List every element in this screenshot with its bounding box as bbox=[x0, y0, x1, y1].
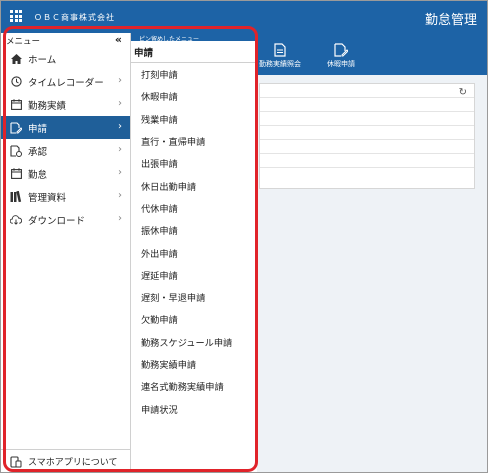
sidebar-item-label: 勤怠 bbox=[28, 169, 48, 181]
document-icon bbox=[274, 43, 286, 57]
sidebar-item-home[interactable]: ホーム bbox=[1, 47, 130, 70]
pinned-button-label: 休暇申請 bbox=[327, 60, 355, 68]
submenu-item[interactable]: 遅延申請 bbox=[131, 264, 257, 286]
sidebar-item-attendance[interactable]: 勤怠 › bbox=[1, 162, 130, 185]
card-row bbox=[260, 126, 474, 140]
sidebar-item-work-record[interactable]: 勤務実績 › bbox=[1, 93, 130, 116]
sidebar-menu: メニュー « ホーム タイムレコーダー › 勤務実績 › 申請 › 承認 › 勤… bbox=[1, 33, 131, 472]
sidebar-item-label: 承認 bbox=[28, 146, 48, 158]
submenu-item[interactable]: 連名式勤務実績申請 bbox=[131, 375, 257, 397]
chevron-right-icon: › bbox=[118, 98, 122, 109]
submenu-item[interactable]: 欠勤申請 bbox=[131, 308, 257, 330]
sidebar-item-approve[interactable]: 承認 › bbox=[1, 139, 130, 162]
clock-icon bbox=[10, 76, 22, 88]
sidebar-item-apply[interactable]: 申請 › bbox=[1, 116, 130, 139]
submenu-item[interactable]: 打刻申請 bbox=[131, 63, 257, 85]
chevron-right-icon: › bbox=[118, 121, 122, 132]
pinned-work-record-inquiry-button[interactable]: 勤務実績照会 bbox=[255, 43, 305, 69]
refresh-icon[interactable]: ↻ bbox=[459, 87, 467, 98]
app-title: 勤怠管理 bbox=[424, 13, 477, 28]
submenu-item[interactable]: 残業申請 bbox=[131, 108, 257, 130]
app-launcher-grid-icon[interactable] bbox=[10, 10, 22, 22]
card-row bbox=[260, 98, 474, 112]
apply-submenu: 申請 打刻申請 休暇申請 残業申請 直行・直帰申請 出張申請 休日出勤申請 代休… bbox=[131, 41, 257, 472]
submenu-item[interactable]: 申請状況 bbox=[131, 397, 257, 419]
collapse-sidebar-icon[interactable]: « bbox=[115, 33, 122, 46]
chevron-right-icon: › bbox=[118, 167, 122, 178]
approve-icon bbox=[10, 144, 22, 157]
sidebar-item-label: 管理資料 bbox=[28, 192, 67, 204]
sidebar-item-label: ホーム bbox=[28, 54, 57, 66]
chevron-right-icon: › bbox=[118, 144, 122, 155]
sidebar-item-label: 勤務実績 bbox=[28, 100, 67, 112]
calendar-icon bbox=[10, 99, 22, 111]
sidebar-item-label: 申請 bbox=[28, 123, 48, 135]
pinned-button-label: 勤務実績照会 bbox=[259, 60, 301, 68]
pinned-leave-request-button[interactable]: 休暇申請 bbox=[319, 43, 363, 69]
sidebar-item-download[interactable]: ダウンロード › bbox=[1, 208, 130, 231]
top-header: ＯＢＣ商事株式会社 勤怠管理 bbox=[1, 1, 487, 33]
chevron-right-icon: › bbox=[118, 75, 122, 86]
submenu-title: 申請 bbox=[131, 41, 257, 63]
submenu-item[interactable]: 勤務実績申請 bbox=[131, 353, 257, 375]
cloud-download-icon bbox=[10, 214, 22, 226]
sidebar-item-smartphone-app[interactable]: スマホアプリについて bbox=[1, 449, 130, 472]
home-icon bbox=[10, 53, 22, 65]
document-edit-icon bbox=[334, 43, 348, 57]
sidebar-item-management-docs[interactable]: 管理資料 › bbox=[1, 185, 130, 208]
submenu-item[interactable]: 出張申請 bbox=[131, 152, 257, 174]
submenu-item[interactable]: 勤務スケジュール申請 bbox=[131, 331, 257, 353]
submenu-item[interactable]: 振休申請 bbox=[131, 219, 257, 241]
chevron-right-icon: › bbox=[118, 213, 122, 224]
submenu-item[interactable]: 休日出勤申請 bbox=[131, 174, 257, 196]
company-name: ＯＢＣ商事株式会社 bbox=[34, 13, 115, 22]
sidebar-item-label: タイムレコーダー bbox=[28, 77, 104, 89]
card-row bbox=[260, 140, 474, 154]
submenu-item[interactable]: 代休申請 bbox=[131, 197, 257, 219]
submenu-item[interactable]: 休暇申請 bbox=[131, 85, 257, 107]
apply-icon bbox=[10, 121, 22, 134]
card-row bbox=[260, 112, 474, 126]
sidebar-header: メニュー « bbox=[1, 33, 130, 47]
card-row bbox=[260, 84, 474, 98]
sidebar-item-time-recorder[interactable]: タイムレコーダー › bbox=[1, 70, 130, 93]
sidebar-footer-label: スマホアプリについて bbox=[28, 458, 118, 468]
phone-icon bbox=[10, 455, 22, 468]
app-window: ＯＢＣ商事株式会社 勤怠管理 ピン留めしたメニュー 勤務実績照会 休暇申請 ↻ bbox=[0, 0, 488, 473]
content-card: ↻ bbox=[259, 83, 475, 189]
sidebar-title: メニュー bbox=[6, 37, 41, 47]
submenu-item[interactable]: 遅刻・早退申請 bbox=[131, 286, 257, 308]
sidebar-item-label: ダウンロード bbox=[28, 215, 86, 227]
submenu-item[interactable]: 直行・直帰申請 bbox=[131, 130, 257, 152]
submenu-item[interactable]: 外出申請 bbox=[131, 241, 257, 263]
calendar-grid-icon bbox=[10, 168, 22, 180]
chevron-right-icon: › bbox=[118, 190, 122, 201]
card-row bbox=[260, 154, 474, 168]
books-icon bbox=[10, 191, 22, 203]
